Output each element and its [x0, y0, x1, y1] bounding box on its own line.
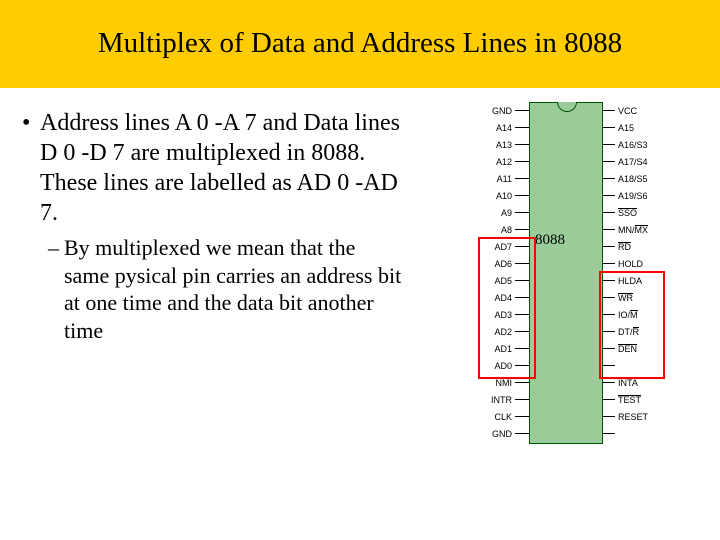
chip-diagram: GND140VCCA14239A15A13338A16/S3A12437A17/…: [482, 102, 656, 442]
pin-label-right: TEST: [618, 395, 656, 405]
chip-label: 8088: [535, 232, 565, 249]
pin-label-left: A12: [482, 157, 512, 167]
pin-lead: [515, 178, 529, 179]
pin-label-left: A14: [482, 123, 512, 133]
pin-label-left: A9: [482, 208, 512, 218]
pin-label-left: A8: [482, 225, 512, 235]
pin-label-right: VCC: [618, 106, 656, 116]
pin-lead: [601, 212, 615, 213]
chip-package: [529, 102, 603, 444]
chip-notch: [557, 102, 577, 112]
highlight-ad-pins: [478, 237, 536, 379]
highlight-control-pins: [599, 271, 665, 379]
pin-label-left: A13: [482, 140, 512, 150]
pin-label-left: INTR: [482, 395, 512, 405]
pin-label-right: A15: [618, 123, 656, 133]
pin-lead: [601, 229, 615, 230]
pin-lead: [601, 382, 615, 383]
pin-label-right: MN/MX: [618, 225, 656, 235]
pin-lead: [515, 382, 529, 383]
pin-lead: [515, 399, 529, 400]
pin-label-left: GND: [482, 429, 512, 439]
bullet-dot: •: [22, 108, 40, 228]
pin-lead: [601, 399, 615, 400]
sub-bullet-1: – By multiplexed we mean that the same p…: [48, 234, 402, 344]
pin-label-right: A16/S3: [618, 140, 656, 150]
pin-lead: [515, 229, 529, 230]
pin-lead: [601, 178, 615, 179]
pin-lead: [515, 212, 529, 213]
pin-label-right: RESET: [618, 412, 656, 422]
chip-column: GND140VCCA14239A15A13338A16/S3A12437A17/…: [402, 108, 720, 344]
sub-text: By multiplexed we mean that the same pys…: [64, 234, 402, 344]
pin-label-left: A11: [482, 174, 512, 184]
pin-lead: [515, 416, 529, 417]
pin-lead: [515, 144, 529, 145]
text-column: • Address lines A 0 -A 7 and Data lines …: [0, 108, 402, 344]
bullet-text: Address lines A 0 -A 7 and Data lines D …: [40, 108, 402, 228]
slide-body: • Address lines A 0 -A 7 and Data lines …: [0, 88, 720, 344]
bullet-1: • Address lines A 0 -A 7 and Data lines …: [22, 108, 402, 228]
pin-lead: [601, 127, 615, 128]
pin-label-left: CLK: [482, 412, 512, 422]
pin-lead: [601, 433, 615, 434]
pin-label-right: HOLD: [618, 259, 656, 269]
pin-lead: [515, 127, 529, 128]
pin-label-right: A18/S5: [618, 174, 656, 184]
sub-dash: –: [48, 234, 64, 344]
pin-label-right: RD: [618, 242, 656, 252]
pin-label-right: A17/S4: [618, 157, 656, 167]
pin-lead: [601, 161, 615, 162]
pin-label-right: INTA: [618, 378, 656, 388]
slide-title: Multiplex of Data and Address Lines in 8…: [0, 0, 720, 88]
pin-label-right: A19/S6: [618, 191, 656, 201]
pin-lead: [601, 195, 615, 196]
pin-label-left: A10: [482, 191, 512, 201]
pin-lead: [601, 416, 615, 417]
pin-label-left: GND: [482, 106, 512, 116]
pin-lead: [601, 246, 615, 247]
pin-lead: [515, 195, 529, 196]
pin-label-right: SSO: [618, 208, 656, 218]
pin-lead: [515, 110, 529, 111]
pin-lead: [601, 110, 615, 111]
pin-label-left: NMI: [482, 378, 512, 388]
pin-lead: [515, 433, 529, 434]
pin-lead: [515, 161, 529, 162]
pin-lead: [601, 144, 615, 145]
pin-lead: [601, 263, 615, 264]
